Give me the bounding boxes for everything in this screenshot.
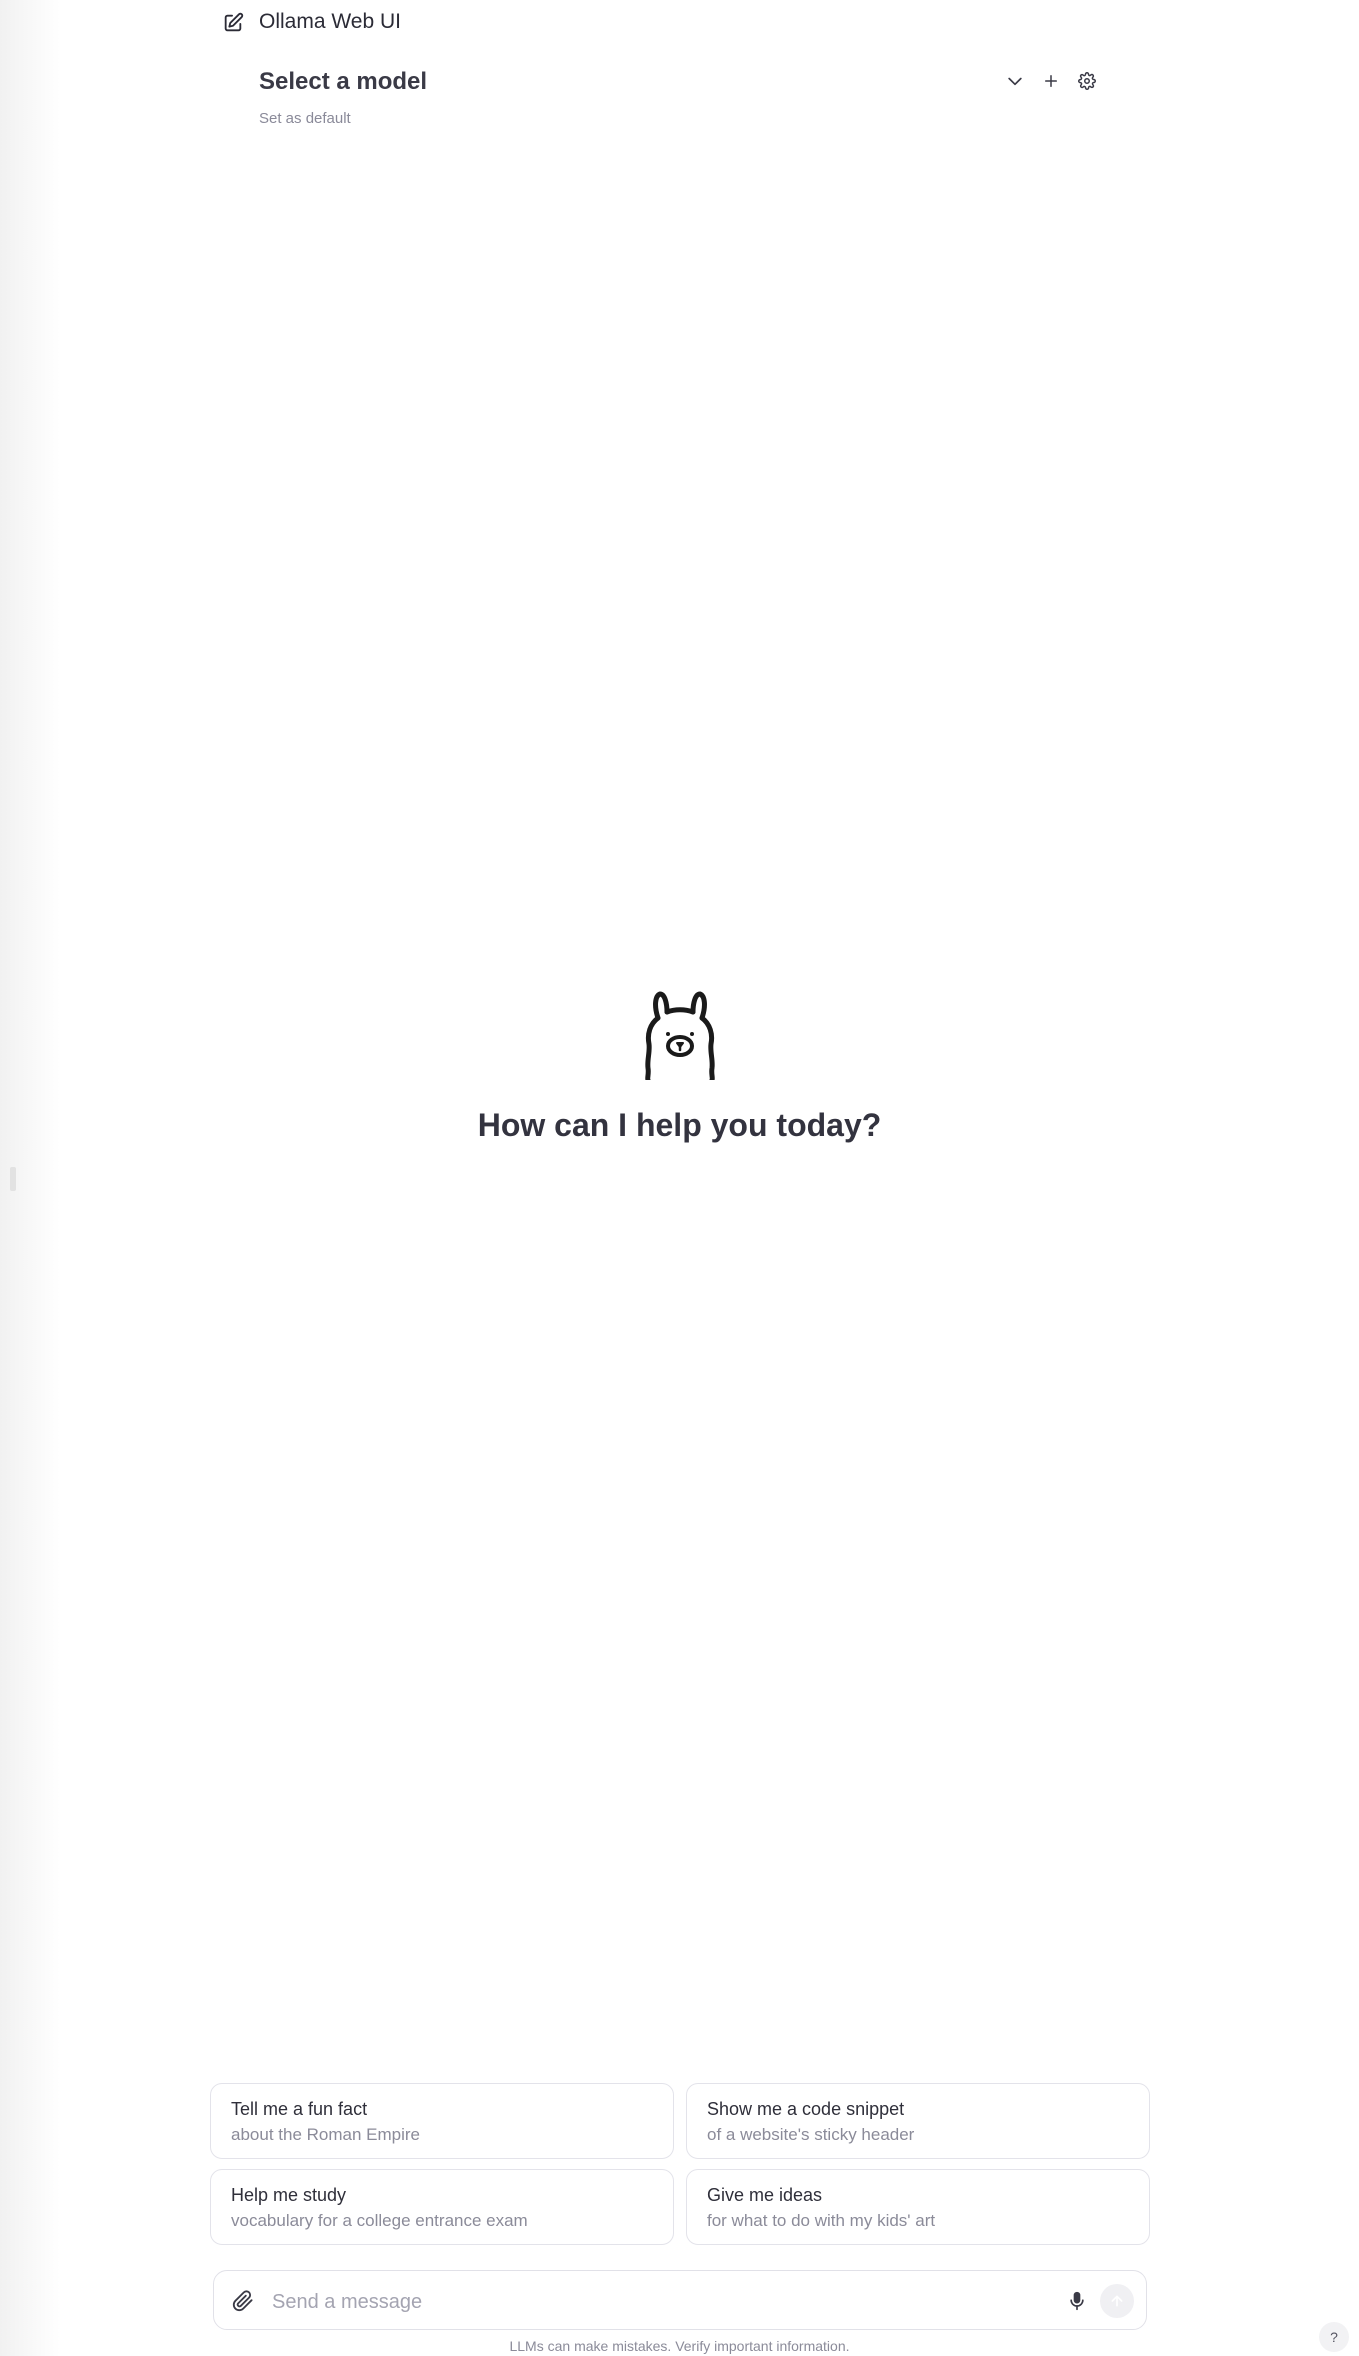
model-settings-button[interactable]	[1072, 66, 1102, 96]
attach-file-button[interactable]	[228, 2286, 258, 2316]
help-button[interactable]: ?	[1319, 2322, 1349, 2352]
disclaimer-text: LLMs can make mistakes. Verify important…	[509, 2338, 850, 2354]
suggestion-subtitle: for what to do with my kids' art	[707, 2211, 936, 2230]
welcome-hero: How can I help you today?	[0, 990, 1359, 1144]
ollama-llama-logo	[644, 991, 715, 1080]
suggestion-card[interactable]: Help me study vocabulary for a college e…	[210, 2169, 674, 2245]
suggestion-subtitle: of a website's sticky header	[707, 2125, 915, 2144]
chat-page: Ollama Web UI Select a model Set as defa…	[0, 0, 1359, 2356]
suggestion-title: Tell me a fun fact	[231, 2099, 368, 2119]
message-input[interactable]	[270, 2281, 1034, 2323]
chevron-down-icon	[1008, 77, 1022, 86]
message-composer	[213, 2270, 1147, 2330]
plus-icon	[1045, 75, 1057, 87]
paperclip-icon	[232, 2290, 253, 2312]
suggestion-card[interactable]: Tell me a fun fact about the Roman Empir…	[210, 2083, 674, 2159]
microphone-icon	[1070, 2291, 1084, 2311]
arrow-up-icon	[1111, 2295, 1123, 2307]
model-selector[interactable]: Select a model	[259, 68, 427, 96]
voice-input-button[interactable]	[1062, 2286, 1092, 2316]
sidebar-toggle-handle[interactable]	[10, 1167, 16, 1191]
sidebar-edge	[0, 0, 60, 2356]
pencil-square-icon	[224, 12, 244, 32]
gear-icon	[1078, 72, 1096, 90]
suggestion-title: Show me a code snippet	[707, 2099, 905, 2119]
app-title: Ollama Web UI	[259, 10, 401, 33]
suggestion-subtitle: vocabulary for a college entrance exam	[231, 2211, 528, 2230]
suggestion-card[interactable]: Show me a code snippet of a website's st…	[686, 2083, 1150, 2159]
new-chat-button[interactable]	[218, 8, 248, 38]
suggestion-subtitle: about the Roman Empire	[231, 2125, 420, 2144]
suggestion-card[interactable]: Give me ideas for what to do with my kid…	[686, 2169, 1150, 2245]
model-dropdown-button[interactable]	[1000, 66, 1030, 96]
suggestion-grid: Tell me a fun fact about the Roman Empir…	[210, 2083, 1150, 2245]
send-button[interactable]	[1100, 2284, 1134, 2318]
welcome-title: How can I help you today?	[477, 1107, 882, 1143]
suggestion-title: Give me ideas	[707, 2185, 823, 2205]
model-actions	[1000, 66, 1102, 96]
add-model-button[interactable]	[1036, 66, 1066, 96]
set-default-link[interactable]: Set as default	[259, 110, 351, 127]
suggestion-title: Help me study	[231, 2185, 347, 2205]
